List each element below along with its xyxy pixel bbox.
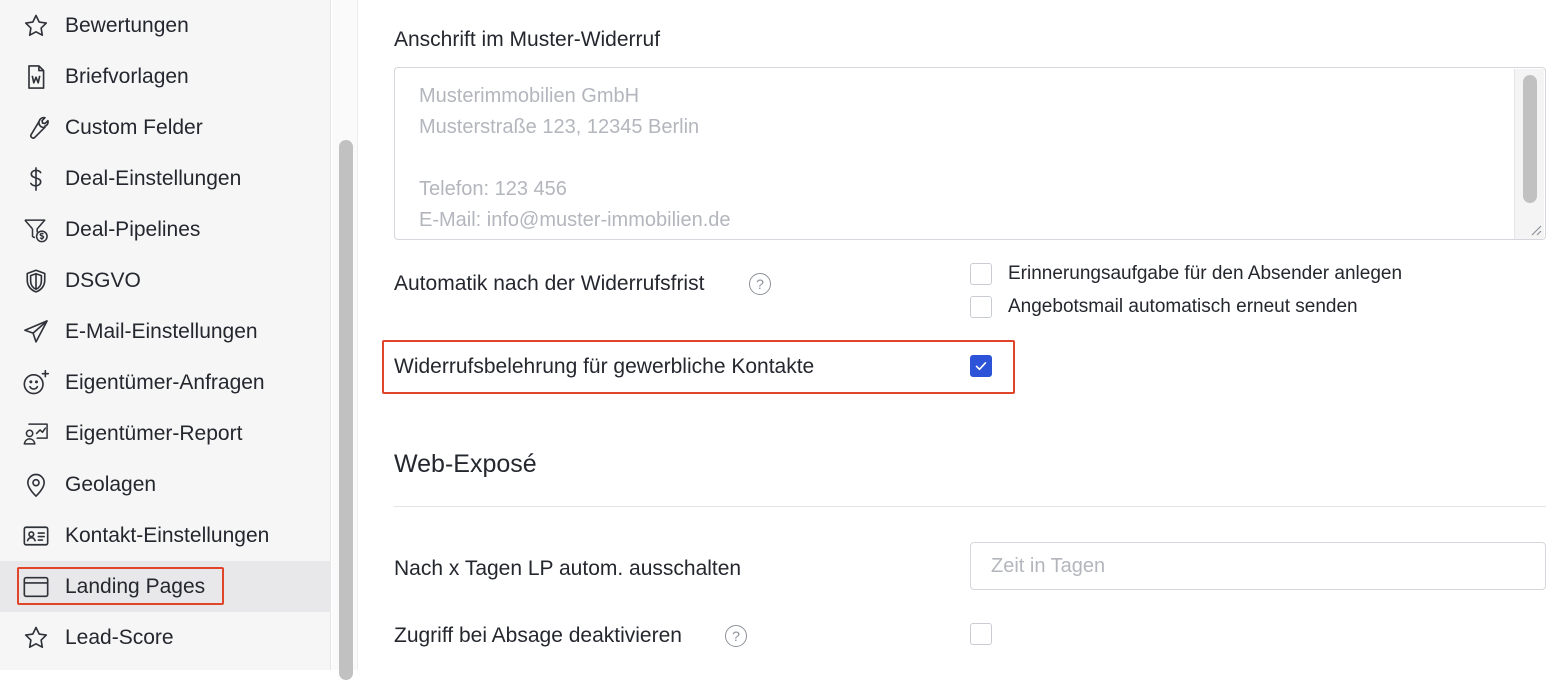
sidebar-item-bewertungen[interactable]: Bewertungen [0,0,331,51]
lp-disable-label: Nach x Tagen LP autom. ausschalten [394,557,742,580]
sidebar-item-label: E-Mail-Einstellungen [65,319,258,343]
sidebar-item-label: Eigentümer-Report [65,421,243,445]
settings-sidebar: Bewertungen Briefvorlagen Custom Felder … [0,0,331,670]
sidebar-item-label: Eigentümer-Anfragen [65,370,265,394]
lp-disable-days-input[interactable] [971,543,1545,589]
resize-grip-icon[interactable] [1527,221,1543,237]
access-disable-checkbox[interactable] [970,623,992,645]
map-pin-icon [22,471,50,499]
dollar-icon [22,165,50,193]
access-disable-label: Zugriff bei Absage deaktivieren [394,624,682,647]
help-icon[interactable]: ? [749,273,771,295]
sidebar-item-briefvorlagen[interactable]: Briefvorlagen [0,51,331,102]
smiley-plus-icon [22,369,50,397]
sidebar-item-label: Briefvorlagen [65,64,189,88]
shield-icon [22,267,50,295]
sidebar-item-label: Bewertungen [65,13,189,37]
contact-card-icon [22,522,50,550]
reminder-task-checkbox[interactable] [970,263,992,285]
section-divider [394,506,1546,507]
paper-plane-icon [22,318,50,346]
sidebar-item-eigentuemer-anfragen[interactable]: Eigentümer-Anfragen [0,357,331,408]
wrench-icon [22,114,50,142]
star-icon [22,624,50,652]
reminder-task-label: Erinnerungsaufgabe für den Absender anle… [1008,263,1403,284]
web-expose-section-title: Web-Exposé [394,450,537,478]
sidebar-item-geolagen[interactable]: Geolagen [0,459,331,510]
sidebar-item-label: Deal-Pipelines [65,217,201,241]
sidebar-item-kontakt-einstellungen[interactable]: Kontakt-Einstellungen [0,510,331,561]
resend-offer-label: Angebotsmail automatisch erneut senden [1008,296,1358,317]
landing-pages-highlight-box [17,567,224,605]
sidebar-item-label: Lead-Score [65,625,174,649]
address-label: Anschrift im Muster-Widerruf [394,28,661,51]
sidebar-item-lead-score[interactable]: Lead-Score [0,612,331,663]
sidebar-item-dsgvo[interactable]: DSGVO [0,255,331,306]
sidebar-item-label: Geolagen [65,472,157,496]
address-placeholder: Musterimmobilien GmbH Musterstraße 123, … [419,85,731,231]
sidebar-item-eigentuemer-report[interactable]: Eigentümer-Report [0,408,331,459]
sidebar-item-deal-einstellungen[interactable]: Deal-Einstellungen [0,153,331,204]
textarea-scrollbar[interactable] [1514,69,1544,239]
sidebar-item-e-mail-einstellungen[interactable]: E-Mail-Einstellungen [0,306,331,357]
textarea-scrollbar-thumb[interactable] [1523,75,1537,203]
sidebar-item-label: Kontakt-Einstellungen [65,523,270,547]
commercial-contacts-highlight-box [382,340,1015,394]
lp-disable-days-input-wrapper[interactable] [970,542,1546,590]
sidebar-item-custom-felder[interactable]: Custom Felder [0,102,331,153]
sidebar-item-label: Custom Felder [65,115,203,139]
sidebar-scrollbar-thumb[interactable] [339,140,353,680]
sidebar-item-label: Deal-Einstellungen [65,166,242,190]
resend-offer-checkbox[interactable] [970,296,992,318]
address-textarea[interactable]: Musterimmobilien GmbH Musterstraße 123, … [394,67,1546,240]
star-icon [22,12,50,40]
sidebar-item-label: DSGVO [65,268,141,292]
report-person-icon [22,420,50,448]
automation-label: Automatik nach der Widerrufsfrist [394,272,705,295]
help-icon[interactable]: ? [725,625,747,647]
sidebar-item-deal-pipelines[interactable]: Deal-Pipelines [0,204,331,255]
word-document-icon [22,63,50,91]
funnel-dollar-icon [22,216,50,244]
